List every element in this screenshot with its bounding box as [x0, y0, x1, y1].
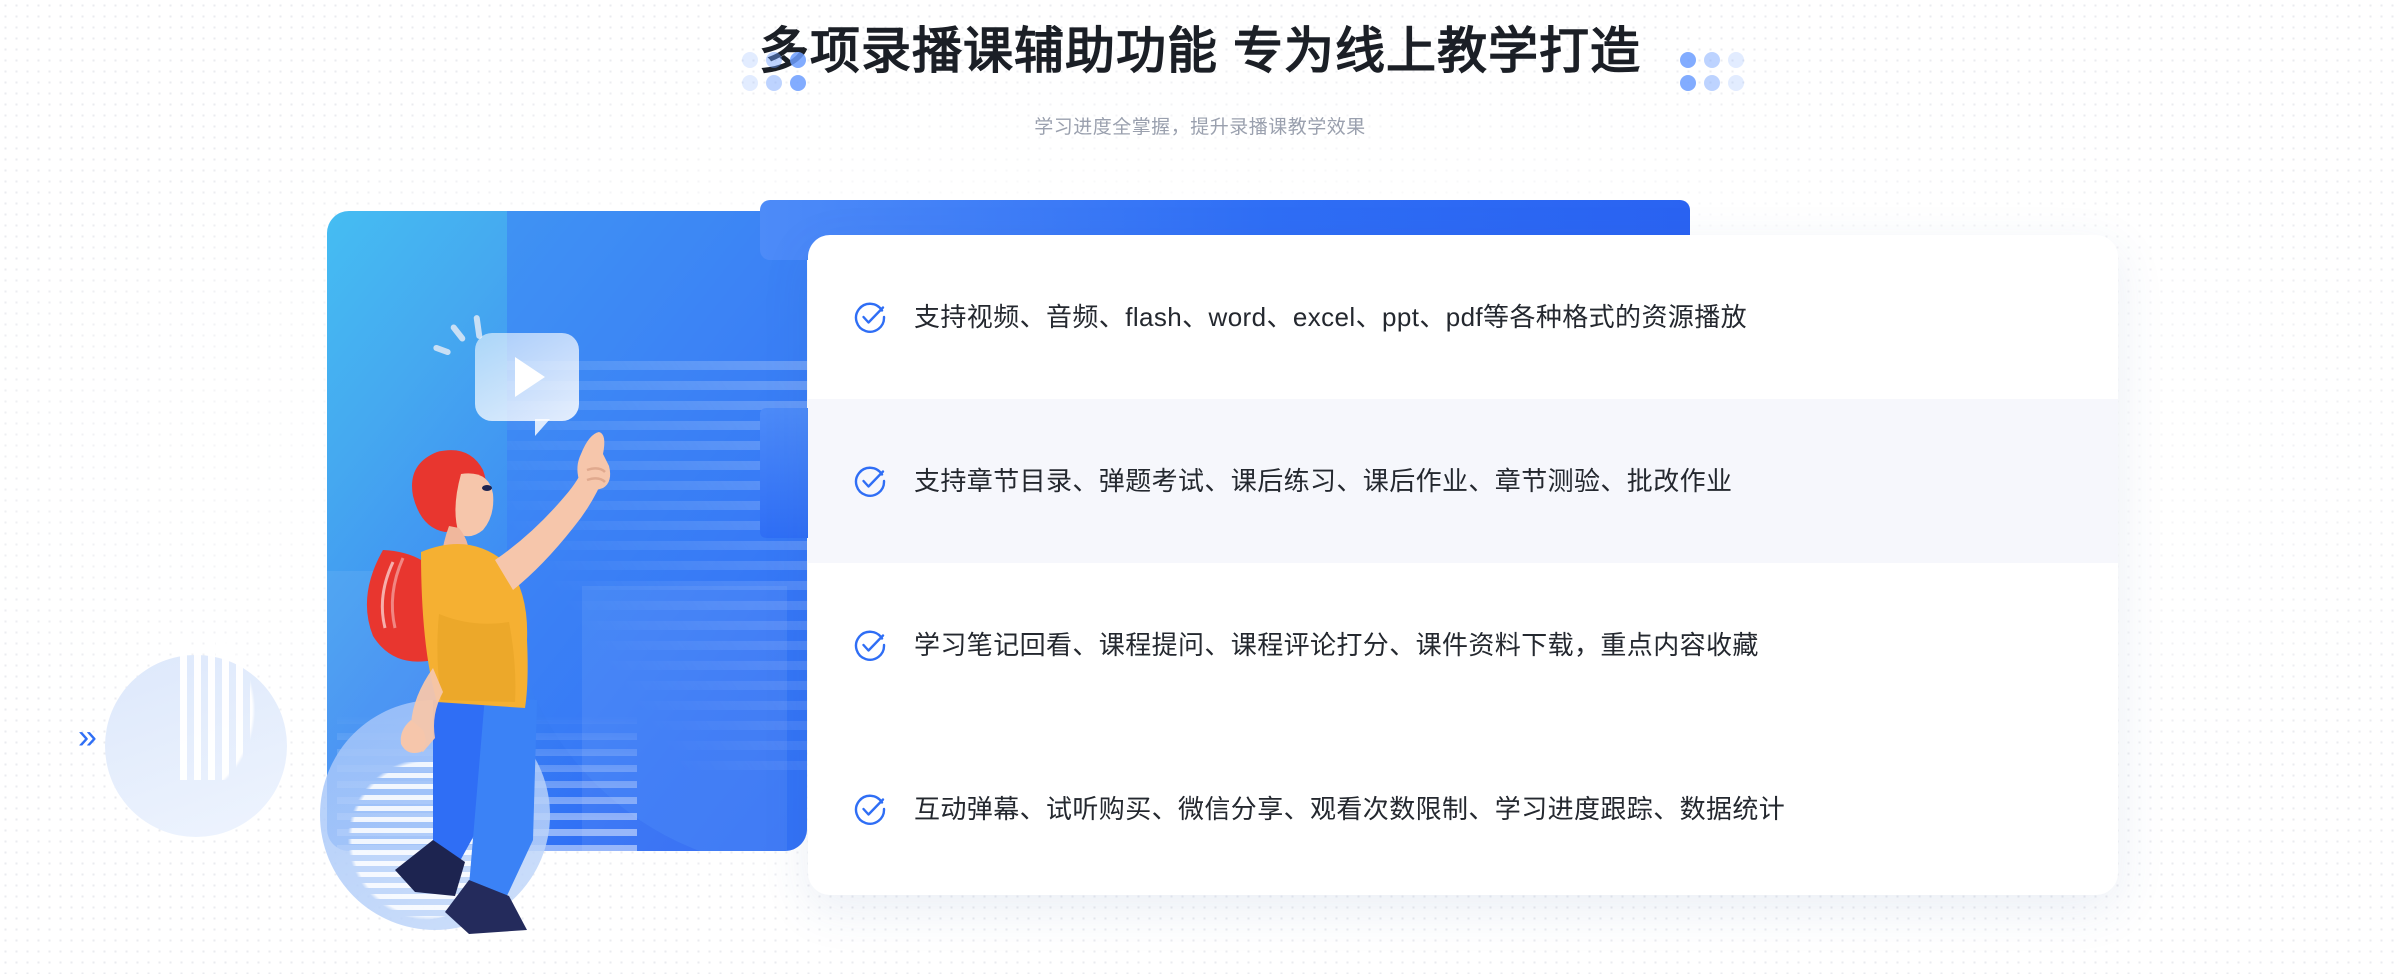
page-header: 多项录播课辅助功能 专为线上教学打造 学习进度全掌握，提升录播课教学效果 [0, 0, 2400, 150]
dot-cluster-left-icon [742, 52, 808, 94]
sparkle-icon [432, 344, 452, 356]
sparkle-icon [449, 323, 467, 343]
chevron-right-icon: » [78, 718, 97, 756]
feature-text: 互动弹幕、试听购买、微信分享、观看次数限制、学习进度跟踪、数据统计 [914, 794, 1786, 824]
feature-text: 支持章节目录、弹题考试、课后练习、课后作业、章节测验、批改作业 [914, 466, 1733, 496]
feature-row[interactable]: 学习笔记回看、课程提问、课程评论打分、课件资料下载，重点内容收藏 [808, 563, 2118, 727]
check-circle-icon [854, 302, 886, 333]
page-subtitle: 学习进度全掌握，提升录播课教学效果 [1034, 117, 1366, 138]
feature-row[interactable]: 支持视频、音频、flash、word、excel、ppt、pdf等各种格式的资源… [808, 235, 2118, 399]
feature-text: 学习笔记回看、课程提问、课程评论打分、课件资料下载，重点内容收藏 [914, 630, 1759, 660]
dot-cluster-right-icon [1680, 52, 1746, 94]
decorative-circle-stripes [180, 640, 300, 780]
feature-text: 支持视频、音频、flash、word、excel、ppt、pdf等各种格式的资源… [914, 302, 1748, 332]
feature-row[interactable]: 互动弹幕、试听购买、微信分享、观看次数限制、学习进度跟踪、数据统计 [808, 727, 2118, 891]
person-illustration [366, 432, 611, 934]
feature-row[interactable]: 支持章节目录、弹题考试、课后练习、课后作业、章节测验、批改作业 [808, 399, 2118, 563]
check-circle-icon [854, 466, 886, 497]
page-title: 多项录播课辅助功能 专为线上教学打造 [759, 23, 1641, 79]
check-circle-icon [854, 794, 886, 825]
play-triangle-icon [515, 357, 545, 397]
check-circle-icon [854, 630, 886, 661]
features-card: 支持视频、音频、flash、word、excel、ppt、pdf等各种格式的资源… [808, 235, 2118, 895]
